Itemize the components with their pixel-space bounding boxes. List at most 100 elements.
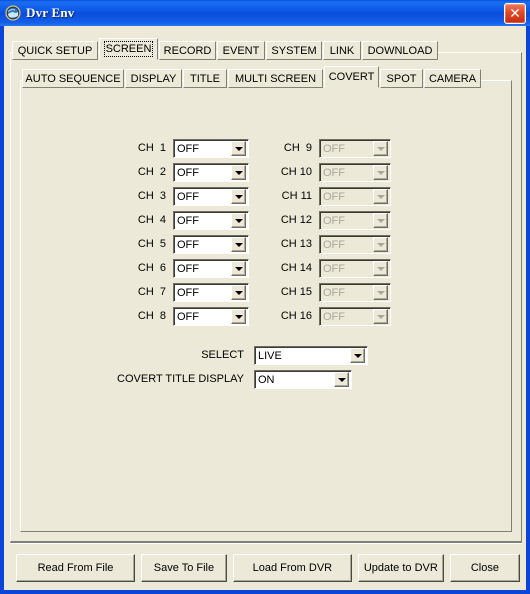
secondary-tab-strip: AUTO SEQUENCE DISPLAY TITLE MULTI SCREEN… (22, 64, 510, 88)
combo-value: OFF (177, 238, 199, 251)
chevron-down-icon[interactable] (231, 141, 246, 156)
chevron-down-icon[interactable] (231, 309, 246, 324)
combo-ch-2[interactable]: OFF (173, 163, 249, 182)
combo-value: OFF (323, 166, 345, 179)
chevron-down-icon[interactable] (373, 309, 388, 324)
label-ch-7: CH 7 (137, 286, 166, 298)
tab-camera[interactable]: CAMERA (424, 69, 481, 88)
combo-ch-10[interactable]: OFF (319, 163, 391, 182)
load-from-dvr-button[interactable]: Load From DVR (232, 554, 352, 582)
chevron-down-icon[interactable] (231, 213, 246, 228)
tab-download[interactable]: DOWNLOAD (362, 41, 438, 60)
tab-label: DOWNLOAD (367, 44, 433, 57)
label-ch-10: CH 10 (280, 166, 312, 178)
chevron-down-icon[interactable] (231, 165, 246, 180)
tab-screen[interactable]: SCREEN (99, 38, 158, 60)
chevron-down-icon[interactable] (373, 189, 388, 204)
combo-ch-13[interactable]: OFF (319, 235, 391, 254)
tab-quick-setup[interactable]: QUICK SETUP (12, 41, 98, 60)
title-bar: Dvr Env ✕ (0, 0, 530, 26)
button-bar: Read From File Save To File Load From DV… (16, 548, 526, 588)
combo-ch-9[interactable]: OFF (319, 139, 391, 158)
combo-ch-12[interactable]: OFF (319, 211, 391, 230)
chevron-down-icon[interactable] (373, 261, 388, 276)
button-bar-separator (10, 542, 522, 544)
tab-label: RECORD (163, 44, 212, 57)
chevron-down-icon[interactable] (373, 237, 388, 252)
label-ch-15: CH 15 (280, 286, 312, 298)
combo-value: OFF (323, 190, 345, 203)
combo-value: OFF (177, 286, 199, 299)
tab-system[interactable]: SYSTEM (266, 41, 322, 60)
tab-event[interactable]: EVENT (217, 41, 265, 60)
combo-ch-7[interactable]: OFF (173, 283, 249, 302)
combo-value: LIVE (258, 349, 282, 362)
combo-ch-16[interactable]: OFF (319, 307, 391, 326)
combo-value: ON (258, 373, 275, 386)
tab-label: LINK (329, 44, 355, 57)
combo-value: OFF (323, 310, 345, 323)
tab-label: EVENT (222, 44, 260, 57)
combo-ch-5[interactable]: OFF (173, 235, 249, 254)
tab-spot[interactable]: SPOT (380, 69, 423, 88)
close-icon[interactable]: ✕ (504, 3, 526, 24)
tab-label: QUICK SETUP (17, 44, 93, 57)
tab-multi-screen[interactable]: MULTI SCREEN (228, 69, 323, 88)
tab-link[interactable]: LINK (323, 41, 361, 60)
tab-label: SYSTEM (271, 44, 317, 57)
chevron-down-icon[interactable] (231, 261, 246, 276)
combo-ch-11[interactable]: OFF (319, 187, 391, 206)
globe-icon (5, 5, 21, 21)
tab-label: TITLE (190, 72, 220, 85)
close-button[interactable]: Close (449, 554, 520, 582)
save-to-file-button[interactable]: Save To File (141, 554, 227, 582)
combo-covert-title-display[interactable]: ON (254, 370, 352, 389)
tab-record[interactable]: RECORD (159, 41, 216, 60)
combo-value: OFF (323, 214, 345, 227)
combo-value: OFF (323, 286, 345, 299)
chevron-down-icon[interactable] (334, 372, 349, 387)
combo-ch-8[interactable]: OFF (173, 307, 249, 326)
label-ch-11: CH 11 (281, 190, 312, 202)
label-covert-title-display: COVERT TITLE DISPLAY (117, 373, 244, 385)
chevron-down-icon[interactable] (373, 285, 388, 300)
update-to-dvr-button[interactable]: Update to DVR (357, 554, 444, 582)
combo-value: OFF (177, 190, 199, 203)
label-ch-1: CH 1 (137, 142, 166, 154)
label-ch-12: CH 12 (280, 214, 312, 226)
combo-ch-3[interactable]: OFF (173, 187, 249, 206)
window-title: Dvr Env (26, 5, 75, 20)
chevron-down-icon[interactable] (231, 285, 246, 300)
label-ch-5: CH 5 (137, 238, 166, 250)
tab-covert[interactable]: COVERT (324, 66, 379, 88)
combo-value: OFF (323, 142, 345, 155)
combo-ch-6[interactable]: OFF (173, 259, 249, 278)
tab-display[interactable]: DISPLAY (125, 69, 182, 88)
combo-value: OFF (177, 262, 199, 275)
label-ch-2: CH 2 (137, 166, 166, 178)
label-ch-6: CH 6 (137, 262, 166, 274)
label-ch-8: CH 8 (137, 310, 166, 322)
chevron-down-icon[interactable] (373, 165, 388, 180)
combo-ch-15[interactable]: OFF (319, 283, 391, 302)
label-ch-3: CH 3 (137, 190, 166, 202)
chevron-down-icon[interactable] (350, 348, 365, 363)
chevron-down-icon[interactable] (373, 213, 388, 228)
combo-ch-14[interactable]: OFF (319, 259, 391, 278)
chevron-down-icon[interactable] (231, 237, 246, 252)
combo-ch-1[interactable]: OFF (173, 139, 249, 158)
tab-label: DISPLAY (130, 72, 177, 85)
chevron-down-icon[interactable] (373, 141, 388, 156)
combo-ch-4[interactable]: OFF (173, 211, 249, 230)
tab-title[interactable]: TITLE (183, 69, 227, 88)
tab-label: CAMERA (428, 72, 477, 85)
read-from-file-button[interactable]: Read From File (16, 554, 136, 582)
chevron-down-icon[interactable] (231, 189, 246, 204)
tab-auto-sequence[interactable]: AUTO SEQUENCE (22, 69, 124, 88)
combo-value: OFF (177, 310, 199, 323)
combo-value: OFF (323, 238, 345, 251)
combo-value: OFF (177, 142, 199, 155)
primary-tab-strip: QUICK SETUP SCREEN RECORD EVENT SYSTEM L… (12, 36, 520, 60)
combo-select[interactable]: LIVE (254, 346, 368, 365)
combo-value: OFF (177, 166, 199, 179)
